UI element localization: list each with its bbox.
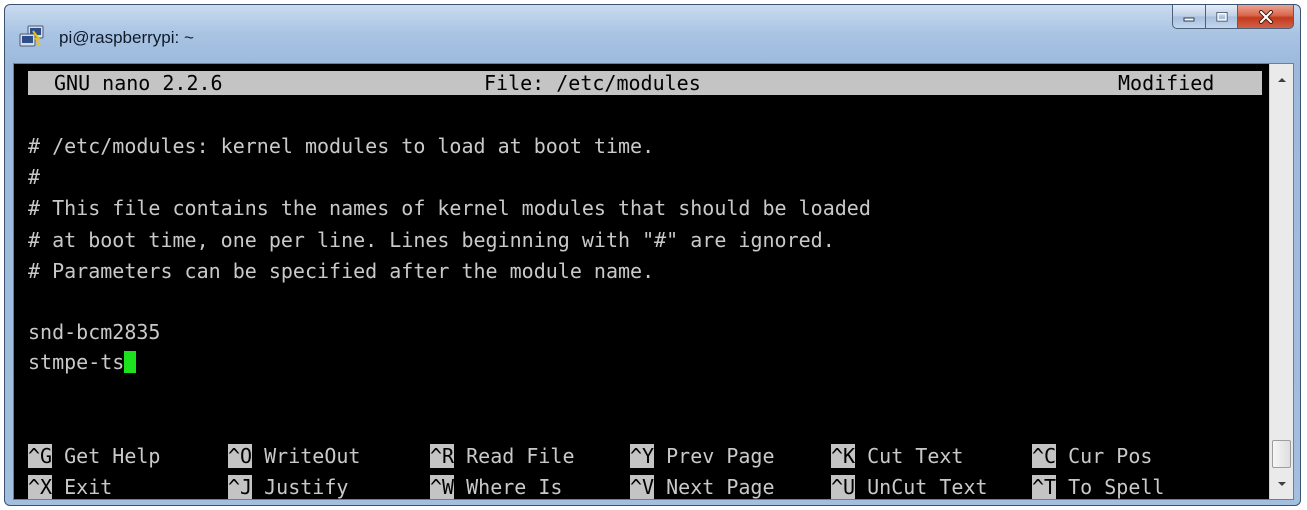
shortcut-label: Cur Pos <box>1056 444 1153 468</box>
shortcut-key: ^W <box>430 475 455 499</box>
shortcut-where-is[interactable]: ^W Where Is <box>430 475 562 499</box>
file-line: snd-bcm2835 <box>28 320 161 344</box>
shortcut-uncut-text[interactable]: ^U UnCut Text <box>831 475 988 499</box>
title-bar[interactable]: pi@raspberrypi: ~ <box>5 5 1300 63</box>
nano-filename: File: /etc/modules <box>484 71 701 95</box>
putty-window: pi@raspberrypi: ~ GNU nano 2.2.6 File: /… <box>4 4 1301 506</box>
minimize-icon <box>1183 17 1195 21</box>
shortcut-label: Get Help <box>52 444 161 468</box>
file-line: # /etc/modules: kernel modules to load a… <box>28 134 655 158</box>
scroll-down-button[interactable] <box>1270 472 1293 496</box>
scrollbar-thumb[interactable] <box>1272 440 1291 468</box>
shortcut-label: Cut Text <box>855 444 964 468</box>
shortcut-key: ^K <box>831 444 856 468</box>
maximize-button[interactable] <box>1206 5 1238 29</box>
scroll-up-arrow-icon <box>1277 78 1286 82</box>
file-line-current[interactable]: stmpe-ts <box>28 350 137 374</box>
shortcut-key: ^T <box>1032 475 1057 499</box>
shortcut-label: WriteOut <box>252 444 361 468</box>
terminal-client-area: GNU nano 2.2.6 File: /etc/modules Modifi… <box>13 63 1294 500</box>
vertical-scrollbar[interactable] <box>1269 64 1293 499</box>
shortcut-key: ^O <box>228 444 253 468</box>
file-line: # Parameters can be specified after the … <box>28 259 655 283</box>
shortcut-key: ^V <box>630 475 655 499</box>
terminal-screen[interactable]: GNU nano 2.2.6 File: /etc/modules Modifi… <box>14 64 1269 499</box>
shortcut-cut-text[interactable]: ^K Cut Text <box>831 444 963 468</box>
shortcut-prev-page[interactable]: ^Y Prev Page <box>630 444 775 468</box>
close-icon <box>1258 9 1273 24</box>
shortcut-next-page[interactable]: ^V Next Page <box>630 475 775 499</box>
scroll-up-button[interactable] <box>1270 68 1293 92</box>
nano-modified-status: Modified <box>1118 71 1215 95</box>
shortcut-key: ^G <box>28 444 53 468</box>
shortcut-key: ^X <box>28 475 53 499</box>
shortcut-to-spell[interactable]: ^T To Spell <box>1032 475 1164 499</box>
shortcut-key: ^Y <box>630 444 655 468</box>
shortcut-key: ^J <box>228 475 253 499</box>
shortcut-key: ^C <box>1032 444 1057 468</box>
shortcut-label: Where Is <box>454 475 563 499</box>
file-line-text: stmpe-ts <box>28 350 125 374</box>
shortcut-label: UnCut Text <box>855 475 988 499</box>
shortcut-read-file[interactable]: ^R Read File <box>430 444 575 468</box>
shortcut-exit[interactable]: ^X Exit <box>28 475 112 499</box>
minimize-button[interactable] <box>1172 5 1206 29</box>
nano-version: GNU nano 2.2.6 <box>54 71 223 95</box>
close-button[interactable] <box>1238 5 1294 29</box>
shortcut-get-help[interactable]: ^G Get Help <box>28 444 160 468</box>
shortcut-writeout[interactable]: ^O WriteOut <box>228 444 360 468</box>
shortcut-label: Next Page <box>654 475 775 499</box>
shortcut-label: Prev Page <box>654 444 775 468</box>
file-line: # at boot time, one per line. Lines begi… <box>28 228 835 252</box>
maximize-icon <box>1216 11 1227 21</box>
shortcut-cur-pos[interactable]: ^C Cur Pos <box>1032 444 1152 468</box>
shortcut-key: ^U <box>831 475 856 499</box>
nano-title-bar: GNU nano 2.2.6 File: /etc/modules Modifi… <box>28 71 1262 95</box>
caption-buttons <box>1172 5 1294 31</box>
shortcut-label: Exit <box>52 475 113 499</box>
window-title: pi@raspberrypi: ~ <box>59 28 194 47</box>
shortcut-label: Justify <box>252 475 349 499</box>
text-cursor <box>124 351 137 373</box>
file-line: # <box>28 165 41 189</box>
shortcut-justify[interactable]: ^J Justify <box>228 475 348 499</box>
shortcut-label: To Spell <box>1056 475 1165 499</box>
shortcut-label: Read File <box>454 444 575 468</box>
scroll-down-arrow-icon <box>1277 482 1286 486</box>
putty-icon[interactable] <box>19 25 45 49</box>
shortcut-key: ^R <box>430 444 455 468</box>
file-line: # This file contains the names of kernel… <box>28 196 871 220</box>
